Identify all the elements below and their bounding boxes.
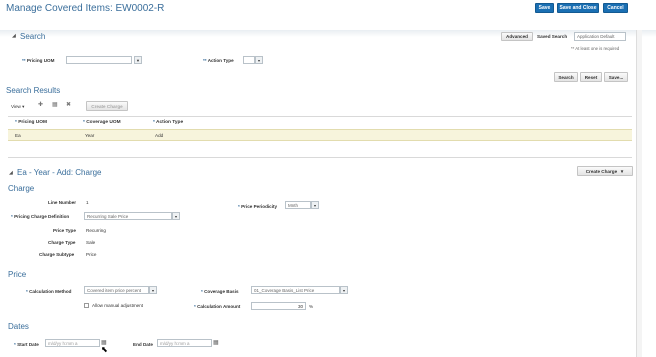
required-mark: * xyxy=(194,304,196,309)
calculation-amount-label-text: Calculation Amount xyxy=(197,304,241,309)
coverage-basis-label: * Coverage Basis xyxy=(201,289,239,294)
action-type-label: ** Action Type xyxy=(203,58,234,63)
page-title: Manage Covered Items: EW0002-R xyxy=(6,3,165,14)
charge-subtype-label: Charge Subtype xyxy=(39,252,75,257)
coverage-basis-select[interactable]: 01_Coverage Basis_List Price xyxy=(251,286,340,294)
cell-coverage-uom: Year xyxy=(85,133,95,138)
calendar-icon[interactable]: ▦ xyxy=(213,339,219,346)
calculation-amount-label: * Calculation Amount xyxy=(194,304,240,309)
coverage-basis-label-text: Coverage Basis xyxy=(204,289,239,294)
line-number-label: Line Number xyxy=(48,200,77,205)
cell-action-type: Add xyxy=(155,133,164,138)
pricing-charge-definition-label-text: Pricing Charge Definition xyxy=(14,214,70,219)
reset-button[interactable]: Reset xyxy=(580,72,602,82)
calculation-method-label-text: Calculation Method xyxy=(29,289,72,294)
action-type-label-text: Action Type xyxy=(207,58,234,63)
charge-type-label: Charge Type xyxy=(48,240,76,245)
chevron-down-icon: ▾ xyxy=(22,104,25,109)
delete-icon[interactable]: ✖ xyxy=(66,101,71,108)
price-periodicity-dropdown-icon[interactable]: ▾ xyxy=(311,201,319,209)
saved-search-select[interactable]: Application Default xyxy=(574,32,626,41)
advanced-button[interactable]: Advanced xyxy=(501,32,533,41)
action-type-dropdown-icon[interactable]: ▾ xyxy=(255,56,263,64)
price-periodicity-select[interactable]: Mnth xyxy=(285,201,311,209)
col-header-action-type: * Action Type xyxy=(153,120,183,125)
col-header-coverage-uom-text: Coverage UOM xyxy=(86,120,121,125)
col-header-pricing-uom: * Pricing UOM xyxy=(15,120,47,125)
calculation-method-label: * Calculation Method xyxy=(26,289,71,294)
required-mark: * xyxy=(153,120,155,125)
coverage-basis-dropdown-icon[interactable]: ▾ xyxy=(340,286,348,294)
charge-subsection-title: Charge xyxy=(8,184,35,193)
save-search-button[interactable]: Save... xyxy=(604,72,628,82)
line-number-value: 1 xyxy=(86,200,89,205)
pricing-uom-label: ** Pricing UOM xyxy=(22,58,54,63)
price-subsection-title: Price xyxy=(8,270,27,279)
create-charge-label: Create Charge xyxy=(585,168,618,174)
calculation-amount-input[interactable]: 30 xyxy=(251,302,306,310)
start-date-input[interactable]: m/d/yy h:mm a xyxy=(45,339,100,347)
cancel-button[interactable]: Cancel xyxy=(603,3,628,13)
required-mark: * xyxy=(14,342,16,347)
create-charge-toolbar-button[interactable]: Create Charge xyxy=(86,101,128,111)
search-section-title: Search xyxy=(20,32,46,41)
saved-search-label: Saved Search xyxy=(537,34,568,39)
divider xyxy=(8,116,632,117)
allow-manual-adjustment-label: Allow manual adjustment xyxy=(92,303,144,308)
end-date-input[interactable]: m/d/yy h:mm a xyxy=(157,339,212,347)
allow-manual-adjustment-checkbox[interactable] xyxy=(84,303,89,308)
required-mark: * xyxy=(201,289,203,294)
mouse-cursor-icon: ⬉ xyxy=(101,345,108,354)
required-mark: * xyxy=(11,214,13,219)
col-header-coverage-uom: * Coverage UOM xyxy=(83,120,121,125)
start-date-label: * Start Date xyxy=(14,342,39,347)
pricing-charge-definition-select[interactable]: Recurring Sale Price xyxy=(84,212,172,220)
col-header-pricing-uom-text: Pricing UOM xyxy=(18,120,48,125)
search-results-title: Search Results xyxy=(6,86,61,95)
required-mark: ** xyxy=(22,58,26,63)
required-mark: * xyxy=(83,120,85,125)
collapse-search-icon[interactable]: ◢ xyxy=(12,33,16,39)
price-periodicity-label: * Price Periodicity xyxy=(238,204,277,209)
view-menu[interactable]: View ▾ xyxy=(11,104,24,110)
required-mark: * xyxy=(15,120,17,125)
pricing-uom-select[interactable] xyxy=(66,56,132,64)
add-icon[interactable]: ✚ xyxy=(38,101,43,108)
view-menu-label: View xyxy=(11,104,21,109)
collapse-charge-icon[interactable]: ◢ xyxy=(9,170,13,176)
create-charge-button[interactable]: Create Charge ▼ xyxy=(577,166,633,176)
price-periodicity-label-text: Price Periodicity xyxy=(241,204,278,209)
pricing-uom-dropdown-icon[interactable]: ▼ xyxy=(134,56,142,64)
save-and-close-button[interactable]: Save and Close xyxy=(557,3,599,13)
search-button[interactable]: Search xyxy=(554,72,578,82)
required-mark: * xyxy=(238,204,240,209)
table-row[interactable] xyxy=(8,129,632,141)
calculation-method-dropdown-icon[interactable]: ▾ xyxy=(149,286,157,294)
cell-pricing-uom: Ea xyxy=(15,133,21,138)
start-date-label-text: Start Date xyxy=(17,342,39,347)
price-type-label: Price Type xyxy=(53,228,76,233)
required-mark: ** xyxy=(203,58,207,63)
pricing-charge-definition-dropdown-icon[interactable]: ▾ xyxy=(172,212,180,220)
calculation-method-select[interactable]: Covered item price percent xyxy=(84,286,149,294)
chevron-down-icon: ▼ xyxy=(619,168,625,174)
required-note: ** At least one is required xyxy=(571,46,620,51)
charge-section-title: Ea - Year - Add: Charge xyxy=(17,168,102,177)
dates-subsection-title: Dates xyxy=(8,322,29,331)
percent-sign: % xyxy=(309,304,314,309)
charge-type-value: Sale xyxy=(86,240,96,245)
edit-icon[interactable]: ▦ xyxy=(52,101,58,108)
save-button[interactable]: Save xyxy=(535,3,554,13)
price-type-value: Recurring xyxy=(86,228,106,233)
pricing-charge-definition-label: * Pricing Charge Definition xyxy=(11,214,69,219)
action-type-select[interactable] xyxy=(243,56,255,64)
pricing-uom-label-text: Pricing UOM xyxy=(26,58,55,63)
vertical-scrollbar[interactable] xyxy=(636,30,642,357)
divider xyxy=(8,157,632,158)
charge-subtype-value: Price xyxy=(86,252,97,257)
col-header-action-type-text: Action Type xyxy=(156,120,184,125)
required-mark: * xyxy=(26,289,28,294)
end-date-label: End Date xyxy=(133,342,153,347)
